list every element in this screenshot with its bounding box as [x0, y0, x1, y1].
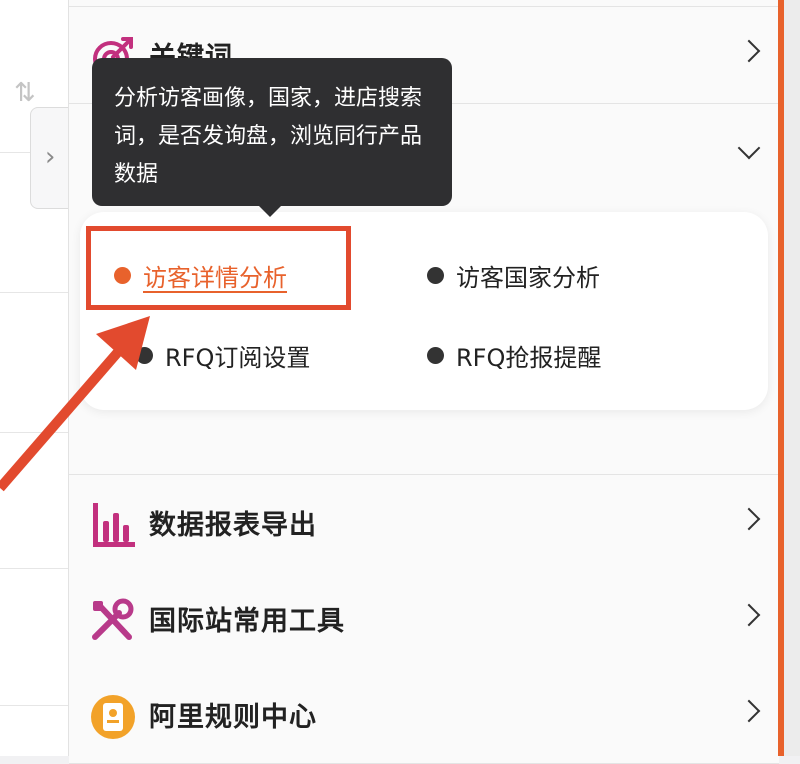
panel-edge: [784, 0, 800, 756]
tooltip-arrow: [258, 205, 282, 217]
tooltip: 分析访客画像，国家，进店搜索词，是否发询盘，浏览同行产品数据: [92, 58, 452, 206]
tooltip-text: 分析访客画像，国家，进店搜索词，是否发询盘，浏览同行产品数据: [114, 86, 423, 187]
